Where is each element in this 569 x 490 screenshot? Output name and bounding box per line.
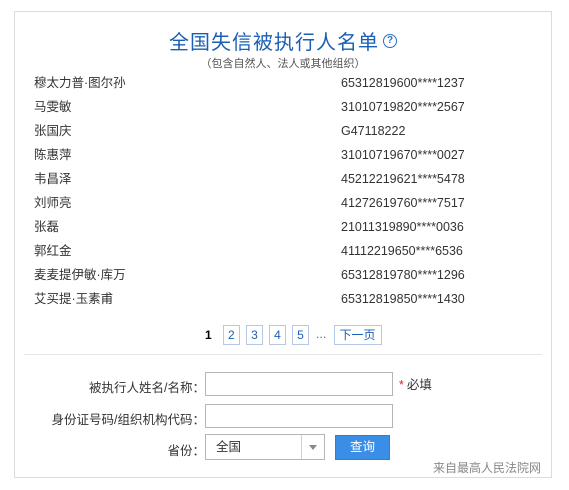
person-name: 麦麦提伊敏·库万 <box>34 268 126 282</box>
page-link-4[interactable]: 4 <box>269 325 286 345</box>
province-value: 全国 <box>216 440 242 454</box>
page-ellipsis: ... <box>316 327 327 341</box>
list-item: 刘师亮 41272619760****7517 <box>34 191 504 215</box>
list-item: 麦麦提伊敏·库万 65312819780****1296 <box>34 263 504 287</box>
list-item: 穆太力普·图尔孙 65312819600****1237 <box>34 71 504 95</box>
person-id: 31010719820****2567 <box>341 100 465 114</box>
page-link-2[interactable]: 2 <box>223 325 240 345</box>
province-select[interactable]: 全国 <box>205 434 325 460</box>
search-button[interactable]: 查询 <box>335 435 390 460</box>
page-link-3[interactable]: 3 <box>246 325 263 345</box>
page-subtitle: （包含自然人、法人或其他组织） <box>200 58 366 70</box>
question-circle-icon[interactable]: ? <box>383 33 397 48</box>
id-input[interactable] <box>205 404 393 428</box>
person-name: 穆太力普·图尔孙 <box>34 76 126 90</box>
list-item: 韦昌泽 45212219621****5478 <box>34 167 504 191</box>
header: 全国失信被执行人名单? <box>15 26 551 55</box>
name-input[interactable] <box>205 372 393 396</box>
pagination: 1 2 3 4 5 ... 下一页 <box>200 325 385 345</box>
search-widget: 全国失信被执行人名单? （包含自然人、法人或其他组织） 穆太力普·图尔孙 653… <box>14 11 552 478</box>
person-id: 41272619760****7517 <box>341 196 465 210</box>
list-item: 马雯敏 31010719820****2567 <box>34 95 504 119</box>
next-page-button[interactable]: 下一页 <box>333 325 382 345</box>
list-item: 张磊 21011319890****0036 <box>34 215 504 239</box>
person-name: 张国庆 <box>34 124 72 138</box>
person-id: 31010719670****0027 <box>341 148 465 162</box>
person-name: 郭红金 <box>34 244 72 258</box>
person-id: 65312819850****1430 <box>341 292 465 306</box>
chevron-down-icon[interactable] <box>301 435 324 459</box>
source-note: 来自最高人民法院网 <box>432 461 541 475</box>
page-link-5[interactable]: 5 <box>292 325 309 345</box>
person-id: 21011319890****0036 <box>341 220 464 234</box>
divider <box>24 354 542 355</box>
page-current: 1 <box>205 328 212 342</box>
person-name: 张磊 <box>34 220 60 234</box>
person-id: 41112219650****6536 <box>341 244 463 258</box>
required-hint: * 必填 <box>399 374 432 393</box>
person-id: 45212219621****5478 <box>341 172 465 186</box>
person-name: 刘师亮 <box>34 196 72 210</box>
required-text: 必填 <box>406 378 432 392</box>
result-list: 穆太力普·图尔孙 65312819600****1237 马雯敏 3101071… <box>34 71 504 311</box>
person-name: 韦昌泽 <box>34 172 72 186</box>
person-id: 65312819780****1296 <box>341 268 465 282</box>
province-label: 省份： <box>167 444 205 458</box>
name-label: 被执行人姓名/名称： <box>89 381 205 395</box>
list-item: 张国庆 G47118222 <box>34 119 504 143</box>
person-name: 马雯敏 <box>34 100 72 114</box>
list-item: 陈惠萍 31010719670****0027 <box>34 143 504 167</box>
id-label: 身份证号码/组织机构代码： <box>51 413 205 427</box>
list-item: 郭红金 41112219650****6536 <box>34 239 504 263</box>
list-item: 艾买提·玉素甫 65312819850****1430 <box>34 287 504 311</box>
person-name: 艾买提·玉素甫 <box>34 292 114 306</box>
required-star: * <box>399 378 404 392</box>
person-name: 陈惠萍 <box>34 148 72 162</box>
person-id: 65312819600****1237 <box>341 76 465 90</box>
person-id: G47118222 <box>341 124 406 138</box>
page-title: 全国失信被执行人名单 <box>169 32 379 54</box>
